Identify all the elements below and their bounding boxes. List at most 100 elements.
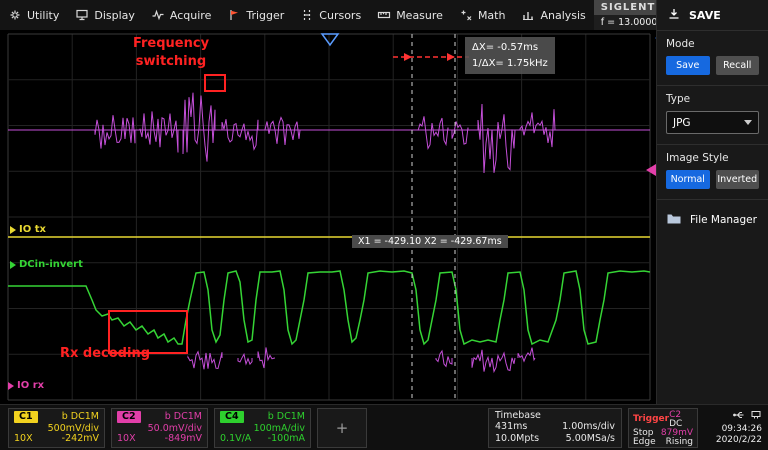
menu-item-label: Measure [396,9,443,22]
channel-c2-box[interactable]: C2 b DC1M 50.0mV/div 10X -849mV [111,408,208,448]
delta-x-value: ΔX= -0.57ms [472,40,548,56]
channel-probe: 10X [117,434,136,444]
save-panel-title: SAVE [689,9,721,22]
trigger-coupling: DC [669,419,682,429]
annotation-rx-decoding: Rx decoding [60,346,150,361]
image-style-section: Image Style Normal Inverted [657,144,768,199]
normal-style-button[interactable]: Normal [666,170,710,189]
channel-scale: 100mA/div [254,424,305,434]
menu-item-utility[interactable]: Utility [0,0,67,30]
channel-coupling: b DC1M [268,412,305,422]
menu-item-analysis[interactable]: Analysis [513,0,593,30]
flag-icon [227,8,241,22]
trace-marker-icon [10,226,16,234]
channel-c1-box[interactable]: C1 b DC1M 500mV/div 10X -242mV [8,408,105,448]
trace-label-text: IO rx [17,380,44,391]
menu-item-cursors[interactable]: Cursors [292,0,369,30]
gear-icon [8,8,22,22]
cursor-x1x2-readout: X1 = -429.10 X2 = -429.67ms [352,235,508,248]
channel-coupling: b DC1M [165,412,202,422]
trace-label-text: IO tx [19,224,46,235]
siglent-logo: SIGLENT [601,2,656,13]
channel-coupling: b DC1M [62,412,99,422]
cursor-delta-readout: ΔX= -0.57ms 1/ΔX= 1.75kHz [465,37,555,74]
c2-waveform-lower [188,347,535,371]
lan-icon [750,410,762,423]
trace-label-text: DCin-invert [19,259,83,270]
channel-scale: 50.0mV/div [148,424,202,434]
channel-c4-box[interactable]: C4 b DC1M 100mA/div 0.1V/A -100mA [214,408,311,448]
channel-probe: 0.1V/A [220,434,251,444]
c4-trace-label[interactable]: DCin-invert [10,259,83,270]
annotation-frequency-switching: Frequency switching [118,35,224,70]
menu-item-measure[interactable]: Measure [369,0,451,30]
math-icon [459,8,473,22]
annotation-small-box [204,74,226,92]
channel-offset: -242mV [62,434,99,444]
timebase-points: 10.0Mpts [495,434,539,444]
channel-badge: C1 [14,411,38,423]
clock-box: 09:34:26 2020/2/22 [704,410,764,445]
menu-bar: Utility Display Acquire Trigger Cursors … [0,0,656,30]
menu-item-label: Acquire [170,9,211,22]
save-panel-header: SAVE [657,0,768,30]
channel-probe: 10X [14,434,33,444]
inverted-style-button[interactable]: Inverted [716,170,760,189]
system-date: 2020/2/22 [716,435,762,445]
ruler-icon [377,8,391,22]
save-mode-button[interactable]: Save [666,56,710,75]
add-channel-button[interactable]: + [317,408,367,448]
channel-badge: C4 [220,411,244,423]
menu-item-label: Analysis [540,9,585,22]
menu-item-acquire[interactable]: Acquire [143,0,219,30]
menu-item-label: Trigger [246,9,284,22]
channel-offset: -100mA [268,434,305,444]
trigger-position-marker[interactable] [322,34,338,45]
menu-item-trigger[interactable]: Trigger [219,0,292,30]
waveform-display: IO tx DCin-invert IO rx Frequency switch… [0,30,656,404]
cursor-delta-arrow-left [404,53,412,61]
type-section: Type JPG [657,85,768,144]
menu-item-label: Utility [27,9,59,22]
display-icon [75,8,89,22]
bar-chart-icon [521,8,535,22]
trigger-slope: Rising [666,438,693,447]
timebase-label: Timebase [495,411,541,421]
trigger-type: Edge [633,438,656,447]
timebase-delay: 431ms [495,422,527,432]
file-manager-item[interactable]: File Manager [657,199,768,240]
timebase-box[interactable]: Timebase 431ms 1.00ms/div 10.0Mpts 5.00MSa… [488,408,622,448]
image-style-label: Image Style [666,152,759,164]
system-time: 09:34:26 [722,424,762,434]
cursors-icon [300,8,314,22]
c2-offset-arrow[interactable] [646,164,656,176]
mode-section: Mode Save Recall [657,30,768,85]
menu-item-label: Math [478,9,506,22]
status-bar: C1 b DC1M 500mV/div 10X -242mV C2 b DC1M 50… [0,404,768,450]
channel-badge: C2 [117,411,141,423]
menu-item-display[interactable]: Display [67,0,143,30]
folder-icon [666,212,682,228]
waveform-icon [151,8,165,22]
menu-item-label: Display [94,9,135,22]
file-type-dropdown[interactable]: JPG [666,111,759,134]
chevron-down-icon [744,120,752,125]
recall-mode-button[interactable]: Recall [716,56,760,75]
c1-trace-label[interactable]: IO tx [10,224,46,235]
inverse-delta-x-value: 1/ΔX= 1.75kHz [472,56,548,72]
cursor-delta-arrow-right [447,53,455,61]
sample-rate: 5.00MSa/s [566,434,615,444]
file-manager-label: File Manager [690,214,757,226]
trace-marker-icon [8,382,14,390]
type-label: Type [666,93,759,105]
timebase-scale: 1.00ms/div [562,422,615,432]
file-type-value: JPG [673,117,691,129]
save-panel: SAVE Mode Save Recall Type JPG Image Sty… [656,0,768,404]
usb-icon [733,410,745,423]
channel-offset: -849mV [165,434,202,444]
trigger-box[interactable]: TriggerC2 DC Stop879mV EdgeRising [628,408,698,448]
c2-trace-label[interactable]: IO rx [8,380,44,391]
trace-marker-icon [10,261,16,269]
channel-scale: 500mV/div [48,424,99,434]
menu-item-math[interactable]: Math [451,0,514,30]
